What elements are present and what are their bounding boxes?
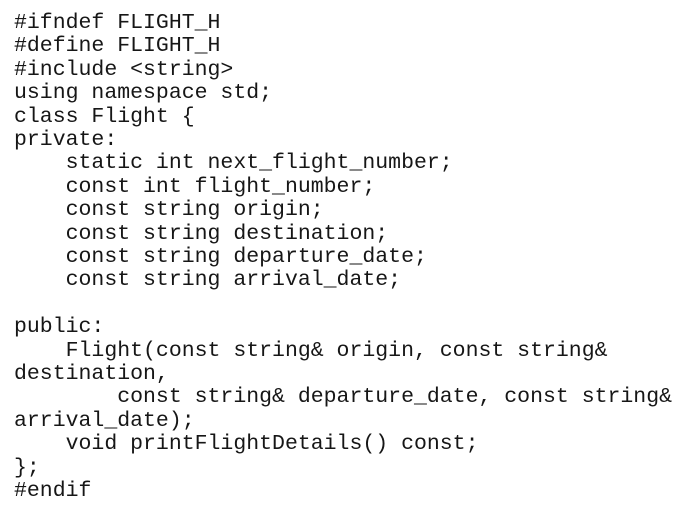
code-line: const string arrival_date; [14, 268, 402, 293]
code-line: #endif [14, 479, 92, 504]
code-line: const string& departure_date, const stri… [14, 385, 685, 433]
code-line: #include <string> [14, 57, 234, 82]
code-line: static int next_flight_number; [14, 151, 453, 176]
code-line: }; [14, 455, 40, 480]
code-line: void printFlightDetails() const; [14, 432, 479, 457]
code-line: #define FLIGHT_H [14, 34, 221, 59]
code-listing: #ifndef FLIGHT_H #define FLIGHT_H #include… [14, 11, 696, 504]
code-line: class Flight { [14, 104, 195, 129]
code-line: const string origin; [14, 198, 324, 223]
code-line: #ifndef FLIGHT_H [14, 11, 221, 35]
code-line: public: [14, 315, 105, 340]
code-page: #ifndef FLIGHT_H #define FLIGHT_H #include… [0, 0, 700, 520]
code-line: Flight(const string& origin, const strin… [14, 338, 621, 387]
code-line: const int flight_number; [14, 174, 376, 199]
code-line: using namespace std; [14, 81, 273, 106]
code-line: ​ [14, 293, 696, 316]
code-line: private: [14, 128, 118, 153]
code-line: const string departure_date; [14, 245, 427, 270]
code-line: const string destination; [14, 221, 389, 246]
